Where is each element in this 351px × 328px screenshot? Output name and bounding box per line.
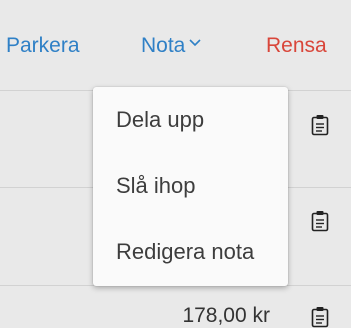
park-button[interactable]: Parkera <box>6 33 80 59</box>
note-menu-button[interactable]: Nota <box>141 33 201 59</box>
chevron-down-icon <box>189 39 201 47</box>
note-button-label: Nota <box>141 34 186 57</box>
clear-button[interactable]: Rensa <box>266 33 327 59</box>
clipboard-icon[interactable] <box>311 114 329 136</box>
menu-item-merge[interactable]: Slå ihop <box>116 173 196 199</box>
menu-item-edit-note[interactable]: Redigera nota <box>116 239 254 265</box>
clipboard-icon[interactable] <box>311 210 329 232</box>
list-item[interactable]: 178,00 kr <box>0 286 351 328</box>
clipboard-icon[interactable] <box>311 306 329 328</box>
menu-item-split[interactable]: Dela upp <box>116 107 204 133</box>
note-dropdown-menu: Dela upp Slå ihop Redigera nota <box>93 87 288 286</box>
item-amount: 178,00 kr <box>182 304 270 327</box>
top-toolbar: Parkera Nota Rensa <box>0 0 351 91</box>
